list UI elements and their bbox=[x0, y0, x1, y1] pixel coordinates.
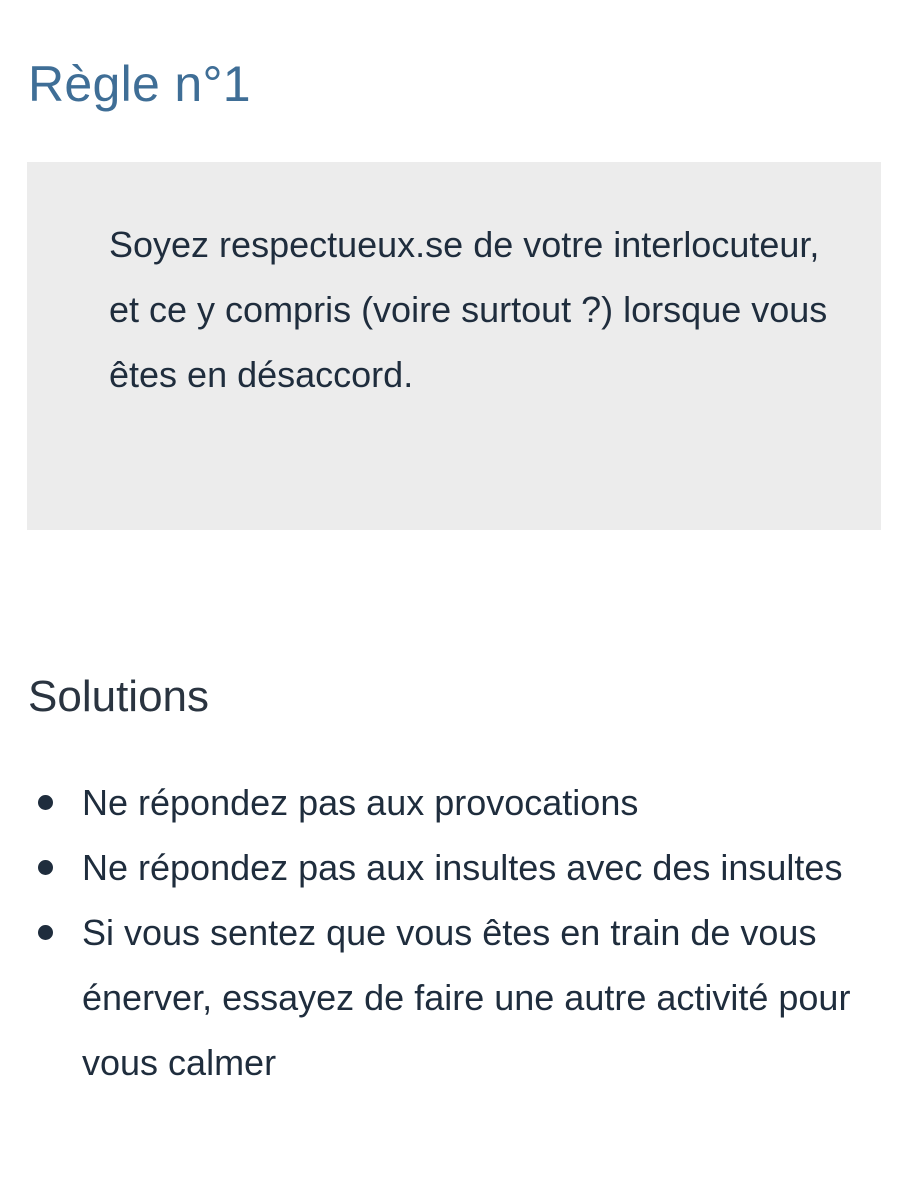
solution-text: Ne répondez pas aux provocations bbox=[82, 782, 639, 823]
bullet-icon bbox=[38, 795, 53, 810]
rule-title: Règle n°1 bbox=[28, 56, 251, 112]
solution-text: Ne répondez pas aux insultes avec des in… bbox=[82, 847, 843, 888]
list-item: Ne répondez pas aux provocations bbox=[28, 770, 868, 835]
solutions-title: Solutions bbox=[28, 672, 210, 721]
rule-text: Soyez respectueux.se de votre interlocut… bbox=[109, 224, 828, 395]
solutions-list: Ne répondez pas aux provocations Ne répo… bbox=[28, 770, 868, 1095]
list-item: Si vous sentez que vous êtes en train de… bbox=[28, 900, 868, 1095]
rule-callout-box: Soyez respectueux.se de votre interlocut… bbox=[27, 162, 881, 530]
list-item: Ne répondez pas aux insultes avec des in… bbox=[28, 835, 868, 900]
bullet-icon bbox=[38, 925, 53, 940]
bullet-icon bbox=[38, 860, 53, 875]
solution-text: Si vous sentez que vous êtes en train de… bbox=[82, 912, 851, 1083]
